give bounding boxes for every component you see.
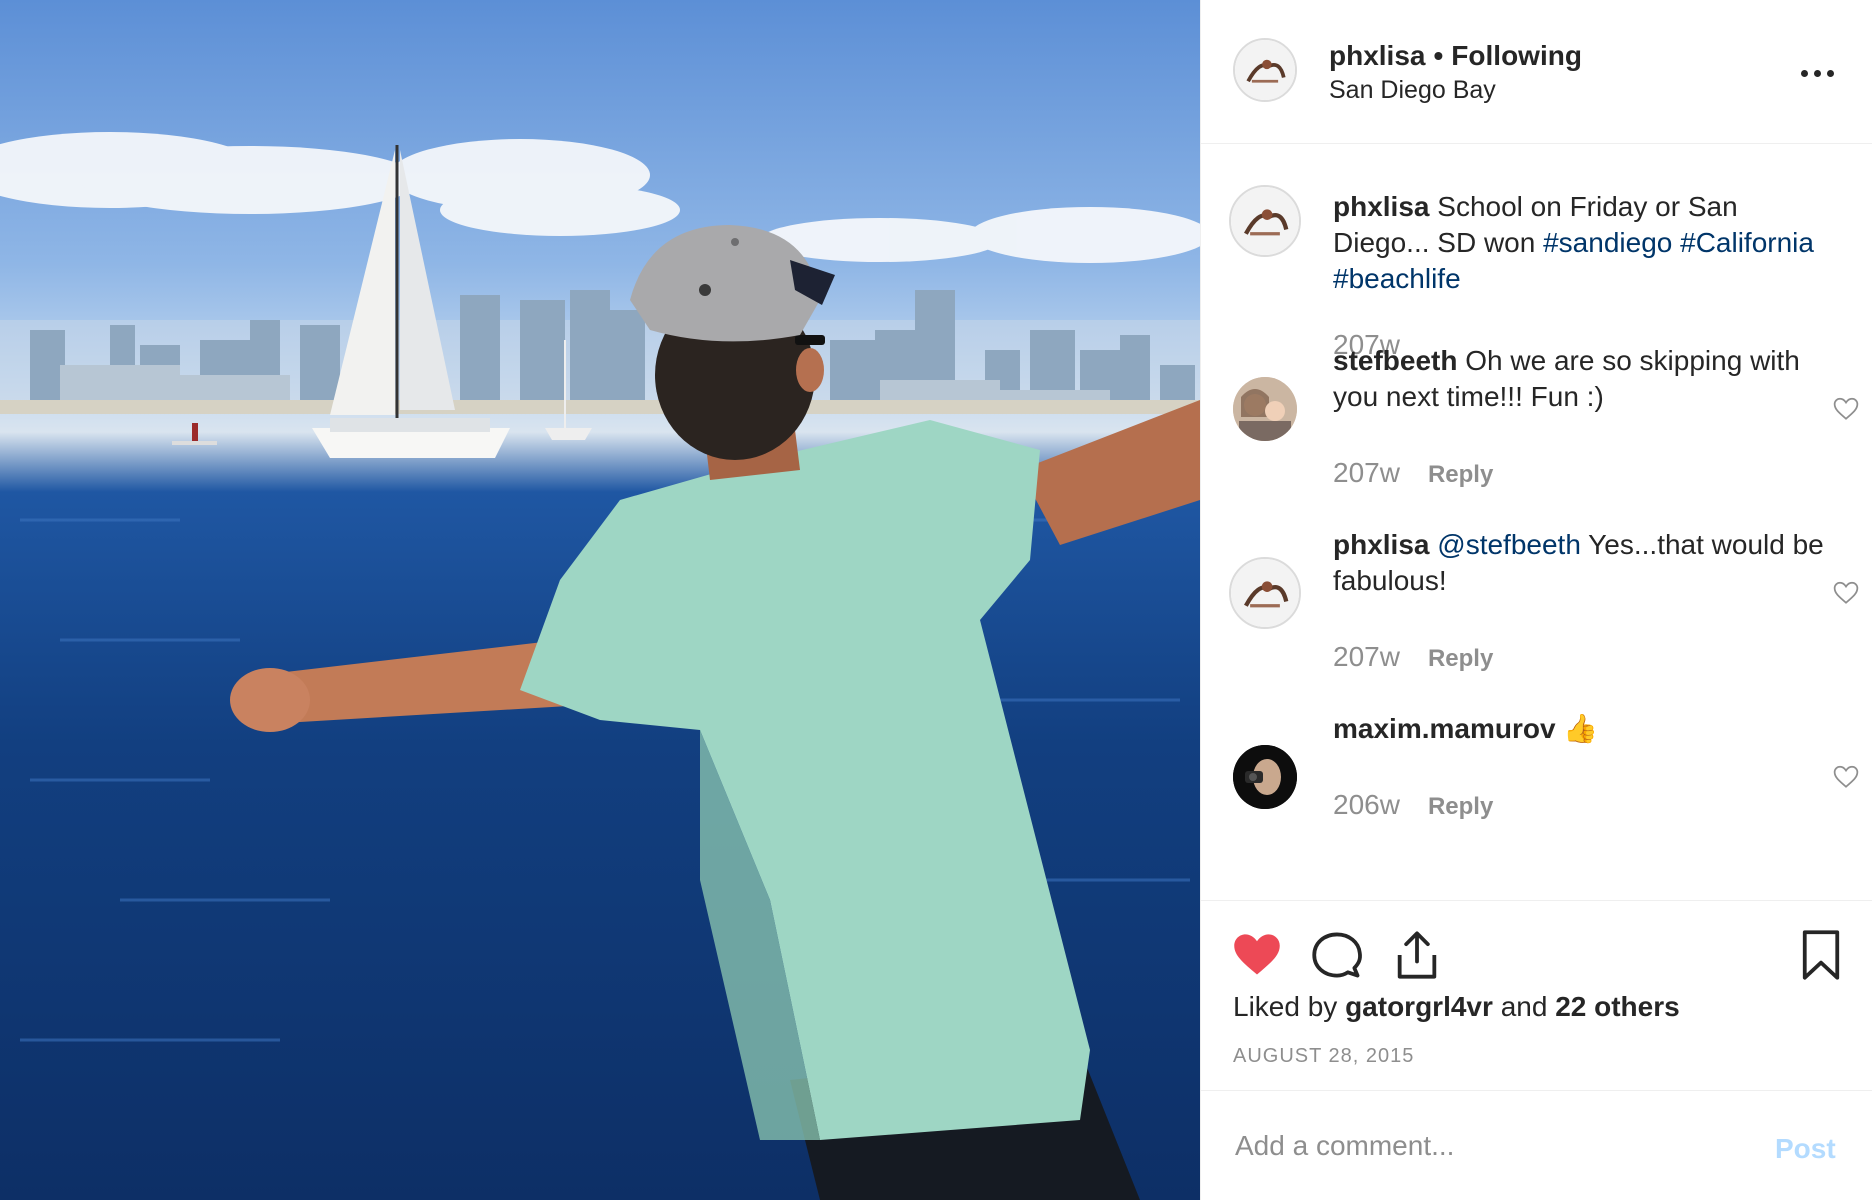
liked-by-and: and — [1500, 991, 1548, 1022]
add-comment-bar: Post — [1201, 1090, 1872, 1200]
post-side-panel: phxlisa • Following San Diego Bay phxlis… — [1200, 0, 1872, 1200]
comment-like-heart-icon[interactable] — [1833, 765, 1859, 789]
comment-username[interactable]: phxlisa — [1333, 529, 1429, 560]
share-icon[interactable] — [1391, 929, 1443, 981]
reply-button[interactable]: Reply — [1428, 793, 1493, 820]
instagram-post: phxlisa • Following San Diego Bay phxlis… — [0, 0, 1872, 1200]
comment-text: 👍 — [1563, 713, 1599, 744]
mention-link[interactable]: @stefbeeth — [1437, 529, 1581, 560]
comment-age[interactable]: 206w — [1333, 789, 1400, 820]
comment-meta: 207w Reply — [1333, 457, 1493, 489]
follow-status-button[interactable]: Following — [1451, 40, 1582, 71]
header-separator: • — [1433, 40, 1444, 71]
heart-filled-icon[interactable] — [1231, 929, 1283, 981]
post-location[interactable]: San Diego Bay — [1329, 76, 1496, 105]
post-photo[interactable] — [0, 0, 1200, 1200]
comment-age[interactable]: 207w — [1333, 457, 1400, 488]
caption-avatar[interactable] — [1229, 185, 1301, 257]
commenter-avatar[interactable] — [1233, 745, 1297, 809]
commenter-avatar[interactable] — [1229, 557, 1301, 629]
avatar-image-icon — [1233, 377, 1297, 441]
comments-list[interactable]: phxlisa School on Friday or San Diego...… — [1201, 145, 1872, 900]
comment-meta: 207w Reply — [1333, 641, 1493, 673]
comment-username[interactable]: stefbeeth — [1333, 345, 1457, 376]
avatar-image-icon — [1233, 745, 1297, 809]
reply-button[interactable]: Reply — [1428, 645, 1493, 672]
comment-like-heart-icon[interactable] — [1833, 581, 1859, 605]
comment-input[interactable] — [1233, 1117, 1737, 1175]
header-title: phxlisa • Following — [1329, 40, 1582, 72]
post-date[interactable]: AUGUST 28, 2015 — [1233, 1045, 1414, 1068]
comment-text-block: stefbeeth Oh we are so skipping with you… — [1333, 343, 1833, 415]
hashtag-link[interactable]: #beachlife — [1333, 263, 1461, 294]
post-header: phxlisa • Following San Diego Bay — [1201, 0, 1872, 144]
liked-by-others[interactable]: 22 others — [1555, 991, 1680, 1022]
photo-scene — [0, 132, 1200, 1200]
comment-username[interactable]: maxim.mamurov — [1333, 713, 1556, 744]
author-username[interactable]: phxlisa — [1329, 40, 1425, 71]
comment-like-heart-icon[interactable] — [1833, 397, 1859, 421]
liked-by-user[interactable]: gatorgrl4vr — [1345, 991, 1493, 1022]
liked-by-prefix: Liked by — [1233, 991, 1338, 1022]
caption-text-block: phxlisa School on Friday or San Diego...… — [1333, 189, 1833, 297]
bookmark-icon[interactable] — [1795, 929, 1847, 981]
avatar-image-icon — [1235, 40, 1295, 100]
comment-meta: 206w Reply — [1333, 789, 1493, 821]
avatar-image-icon — [1231, 187, 1299, 255]
hashtag-link[interactable]: #California — [1680, 227, 1814, 258]
commenter-avatar[interactable] — [1233, 377, 1297, 441]
author-avatar[interactable] — [1233, 38, 1297, 102]
hashtag-link[interactable]: #sandiego — [1543, 227, 1672, 258]
more-options-icon[interactable] — [1801, 58, 1841, 88]
post-comment-button[interactable]: Post — [1775, 1133, 1836, 1165]
comment-text-block: maxim.mamurov 👍 — [1333, 711, 1833, 747]
comment-age[interactable]: 207w — [1333, 641, 1400, 672]
reply-button[interactable]: Reply — [1428, 461, 1493, 488]
caption-username[interactable]: phxlisa — [1333, 191, 1429, 222]
likes-summary: Liked by gatorgrl4vr and 22 others — [1233, 991, 1680, 1023]
post-actions: Liked by gatorgrl4vr and 22 others AUGUS… — [1201, 900, 1872, 1090]
comment-text-block: phxlisa @stefbeeth Yes...that would be f… — [1333, 527, 1833, 599]
avatar-image-icon — [1231, 559, 1299, 627]
comment-icon[interactable] — [1311, 929, 1363, 981]
